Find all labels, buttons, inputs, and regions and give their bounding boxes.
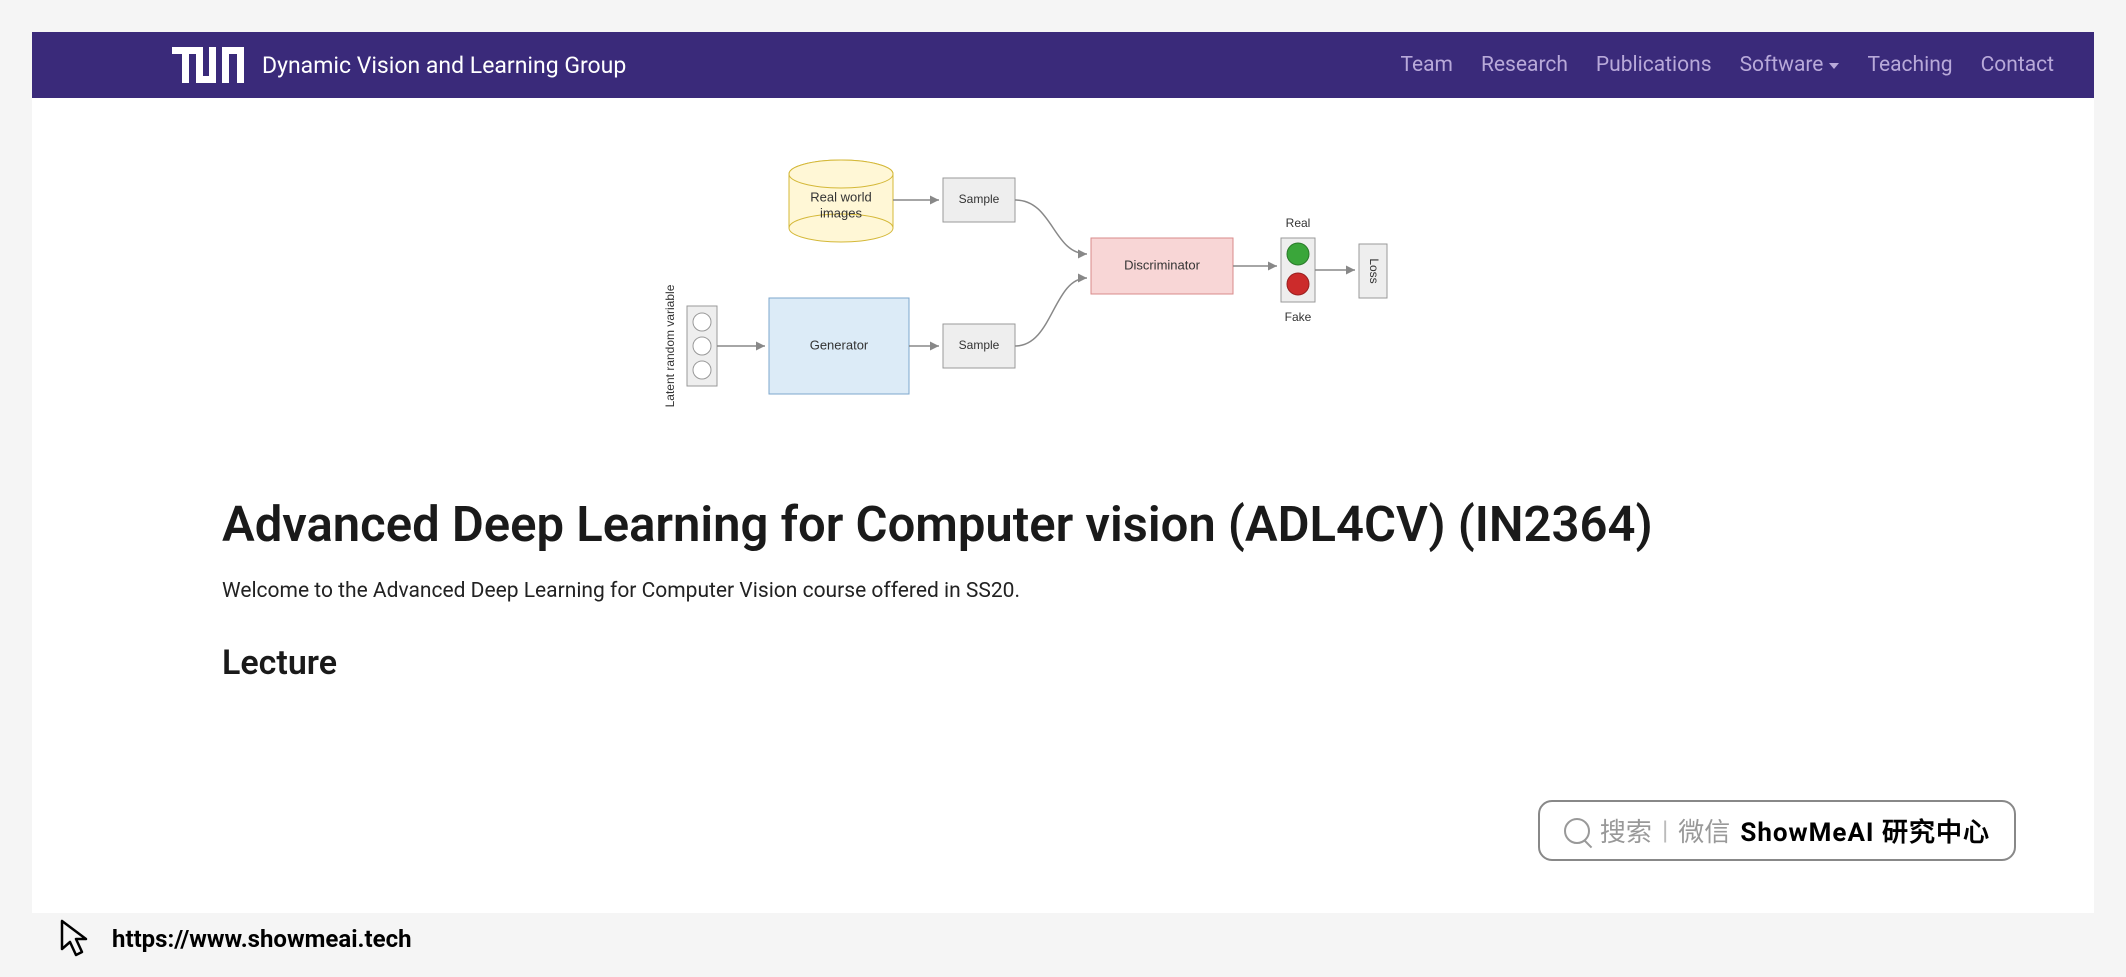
navbar: Dynamic Vision and Learning Group Team R… (32, 32, 2094, 98)
watermark-bar: 搜索 | 微信 ShowMeAI 研究中心 (1538, 800, 2016, 861)
diagram-real-world: Real world images (789, 160, 893, 242)
diagram-latent-label: Latent random variable (663, 284, 677, 407)
page-subtitle: Welcome to the Advanced Deep Learning fo… (222, 579, 1904, 603)
cursor-icon (56, 917, 96, 961)
nav-contact[interactable]: Contact (1981, 53, 2054, 77)
nav-team[interactable]: Team (1400, 53, 1453, 77)
nav-research[interactable]: Research (1481, 53, 1568, 77)
watermark-wechat-label: 微信 (1678, 812, 1730, 849)
svg-text:images: images (820, 205, 862, 220)
nav-teaching[interactable]: Teaching (1867, 53, 1952, 77)
chevron-down-icon (1829, 63, 1839, 69)
svg-text:Sample: Sample (959, 192, 1000, 206)
svg-text:Sample: Sample (959, 338, 1000, 352)
watermark-search-label: 搜索 (1600, 812, 1652, 849)
nav-software[interactable]: Software (1740, 53, 1840, 77)
nav-publications[interactable]: Publications (1596, 53, 1712, 77)
svg-text:Loss: Loss (1367, 258, 1381, 283)
watermark-divider: | (1662, 816, 1668, 846)
navbar-menu: Team Research Publications Software Teac… (1400, 53, 2054, 77)
navbar-left: Dynamic Vision and Learning Group (172, 48, 626, 82)
overlay-url: https://www.showmeai.tech (112, 925, 412, 953)
search-icon (1564, 818, 1590, 844)
gan-diagram: Latent random variable Real world images (222, 146, 1904, 446)
svg-text:Real world: Real world (810, 189, 871, 204)
watermark-brand: ShowMeAI 研究中心 (1740, 812, 1990, 849)
diagram-fake-label: Fake (1285, 310, 1312, 324)
tum-logo[interactable] (172, 48, 244, 82)
page: Dynamic Vision and Learning Group Team R… (32, 32, 2094, 913)
page-title: Advanced Deep Learning for Computer visi… (222, 494, 1904, 555)
group-name[interactable]: Dynamic Vision and Learning Group (262, 52, 626, 79)
diagram-discriminator-label: Discriminator (1124, 257, 1201, 272)
cursor-overlay: https://www.showmeai.tech (56, 917, 412, 961)
main-content: Latent random variable Real world images (32, 98, 2094, 683)
diagram-real-label: Real (1286, 216, 1311, 230)
section-heading-lecture: Lecture (222, 643, 1904, 683)
diagram-generator-label: Generator (810, 337, 869, 352)
